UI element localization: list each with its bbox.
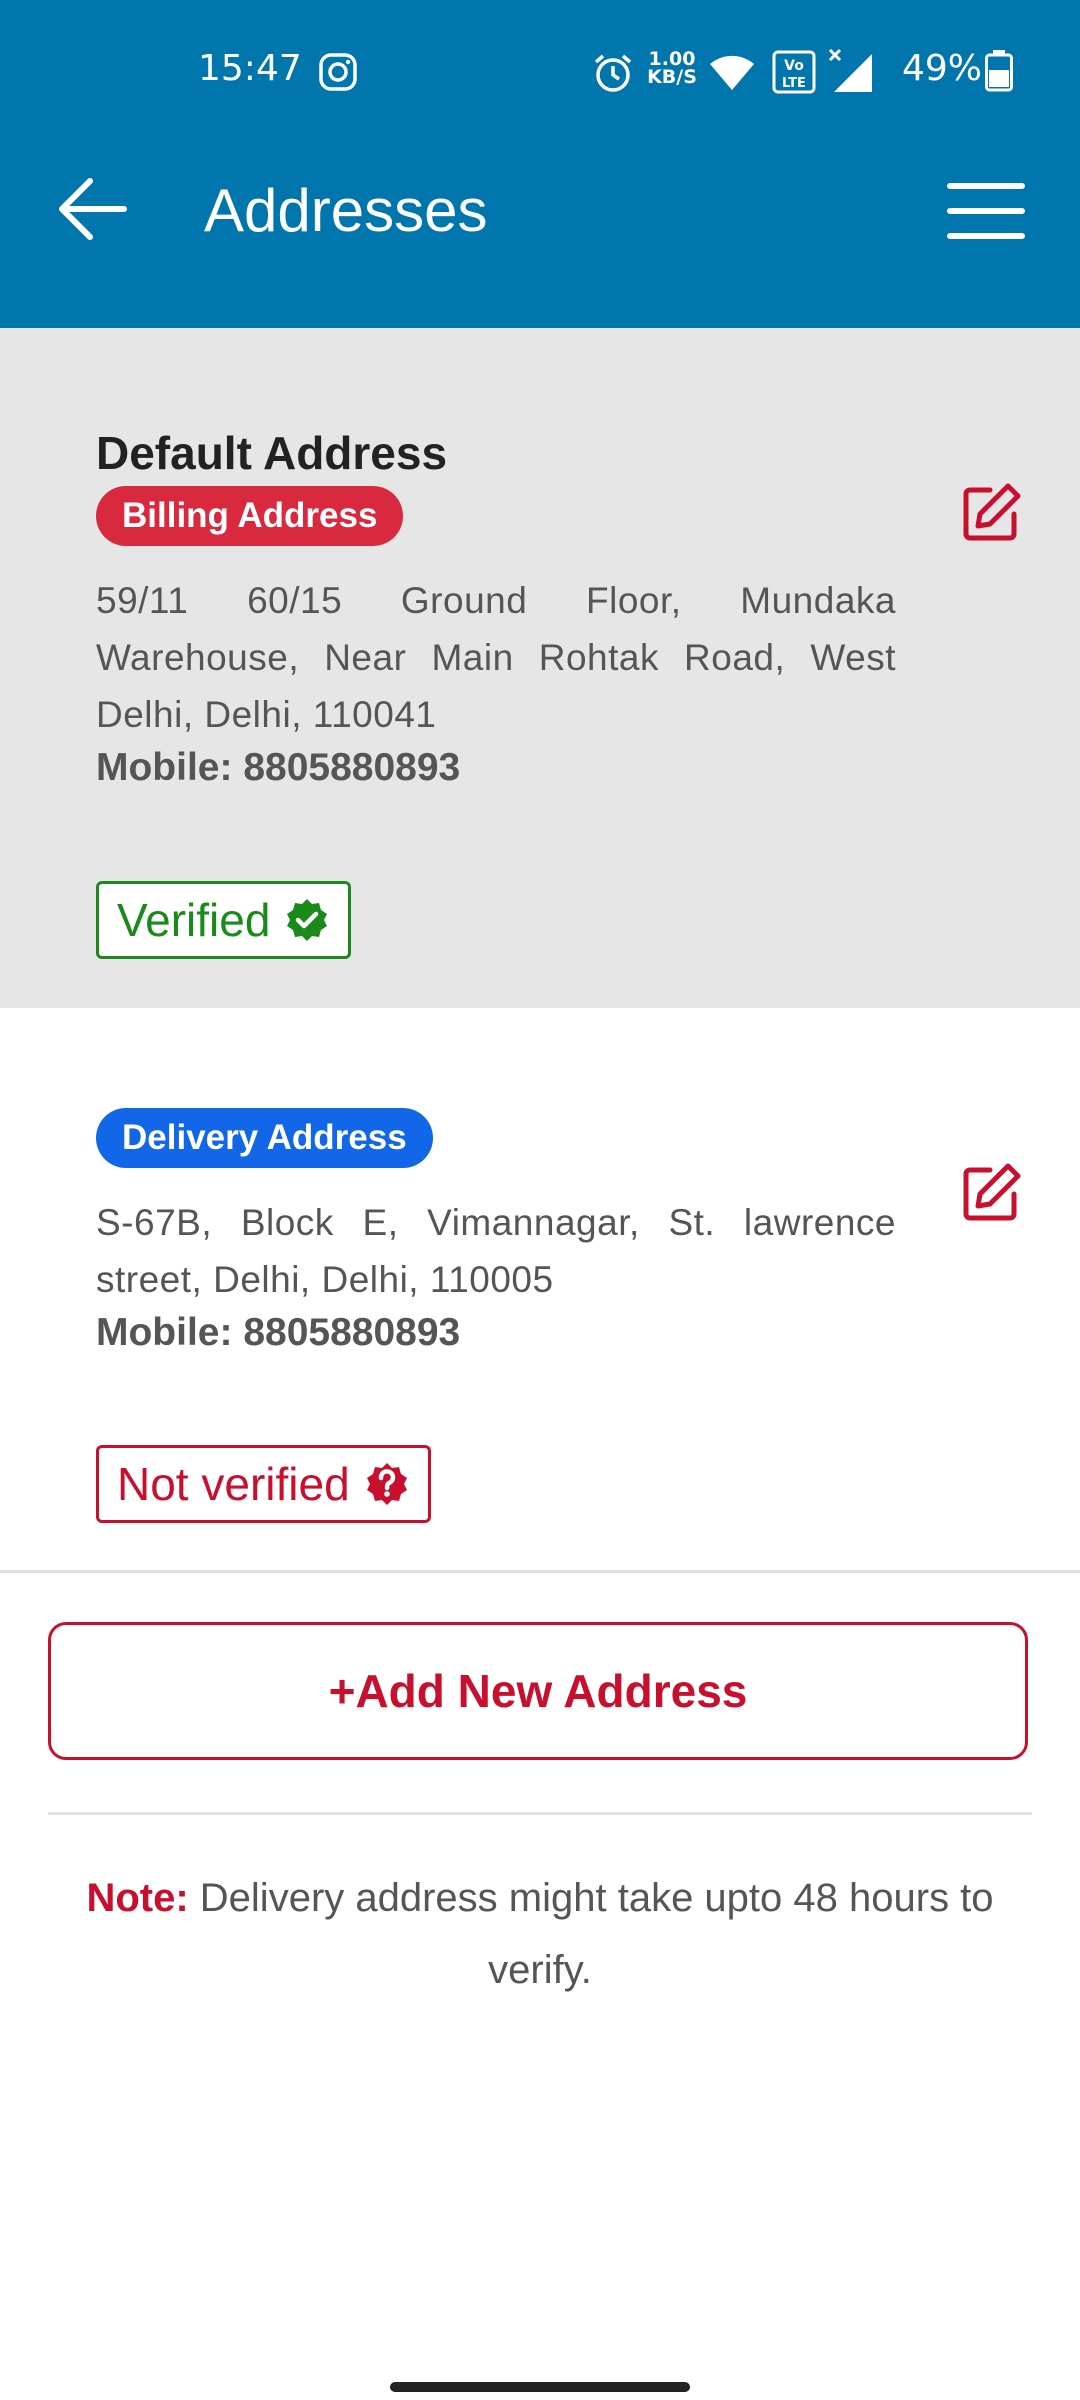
note: Note: Delivery address might take upto 4…	[48, 1862, 1032, 2006]
verified-check-icon	[287, 899, 328, 941]
address-card-default: Default Address Billing Address 59/11 60…	[0, 328, 1080, 1008]
edit-icon[interactable]	[960, 1160, 1024, 1224]
status-time: 15:47	[198, 48, 302, 89]
verified-label: Verified	[117, 894, 271, 946]
delivery-address-text: S-67B, Block E, Vimannagar, St. lawrence…	[96, 1202, 896, 1300]
net-speed: 1.00 KB/S	[644, 50, 700, 88]
net-speed-unit: KB/S	[647, 66, 697, 88]
billing-address-tag: Billing Address	[96, 486, 404, 546]
home-indicator[interactable]	[390, 2382, 690, 2392]
note-text: Delivery address might take upto 48 hour…	[188, 1876, 994, 1992]
default-address-text: 59/11 60/15 Ground Floor, Mundaka Wareho…	[96, 580, 896, 735]
svg-text:Vo: Vo	[784, 58, 804, 74]
not-verified-badge: Not verified	[96, 1445, 431, 1523]
instagram-icon	[319, 53, 357, 91]
hamburger-menu-icon[interactable]	[946, 180, 1026, 242]
svg-text:LTE: LTE	[782, 76, 806, 91]
volte-icon: Vo LTE	[772, 50, 816, 94]
page-title: Addresses	[204, 177, 488, 244]
delivery-address-tag: Delivery Address	[96, 1108, 433, 1168]
note-label: Note:	[86, 1876, 189, 1920]
address-card-delivery: Delivery Address S-67B, Block E, Vimanna…	[0, 1008, 1080, 1573]
battery-icon	[985, 50, 1013, 92]
default-address-heading: Default Address	[96, 427, 448, 479]
header: 15:47 1.00 KB/S Vo LTE 49% Addresses	[0, 0, 1080, 328]
divider	[48, 1812, 1032, 1815]
battery-percent: 49%	[902, 48, 983, 89]
back-arrow-icon[interactable]	[56, 172, 130, 246]
not-verified-label: Not verified	[117, 1458, 350, 1510]
wifi-icon	[710, 55, 754, 90]
add-new-address-button[interactable]: +Add New Address	[48, 1622, 1028, 1760]
default-address-mobile: Mobile: 8805880893	[96, 746, 461, 789]
signal-icon	[828, 48, 872, 92]
delivery-address-mobile: Mobile: 8805880893	[96, 1311, 461, 1354]
alarm-icon	[594, 54, 632, 92]
question-badge-icon	[366, 1463, 407, 1505]
verified-badge: Verified	[96, 881, 352, 959]
edit-icon[interactable]	[960, 480, 1024, 544]
status-bar: 15:47 1.00 KB/S Vo LTE 49%	[0, 0, 1080, 140]
app-bar: Addresses	[0, 140, 1080, 328]
